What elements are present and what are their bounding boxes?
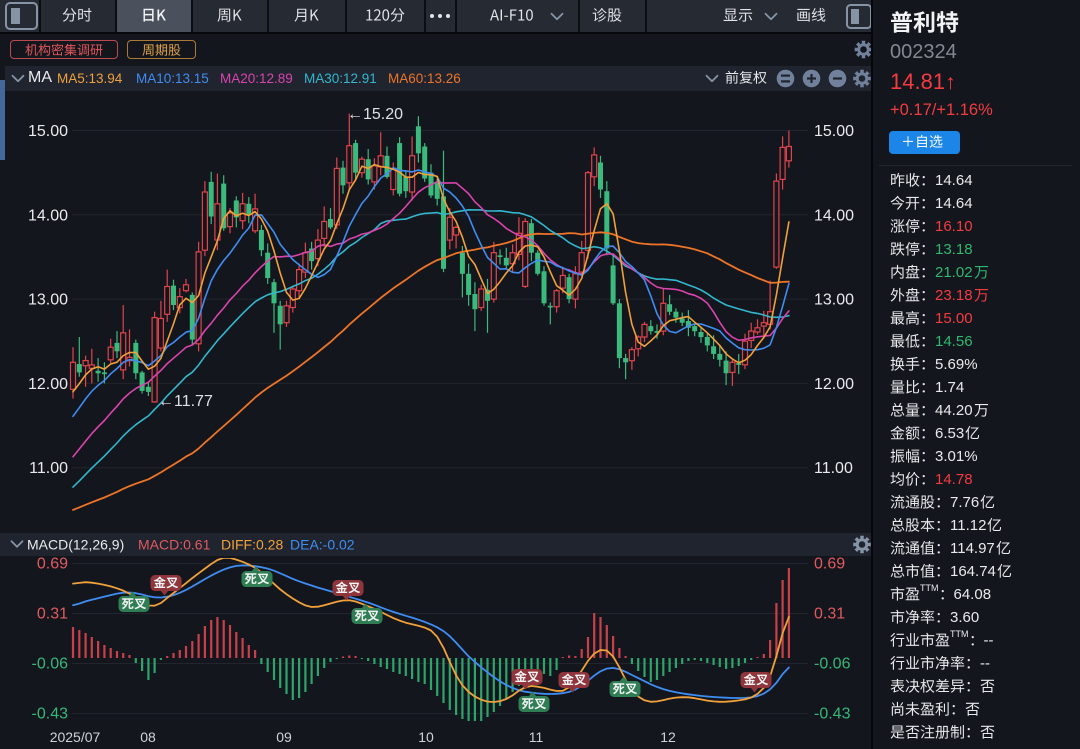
svg-text:12.00: 12.00 [814,376,854,393]
svg-text:-0.43: -0.43 [32,706,69,723]
svg-text:11.00: 11.00 [29,460,68,477]
svg-text:2025/07: 2025/07 [50,729,101,745]
svg-text:12.00: 12.00 [28,376,68,393]
svg-text:←11.77: ←11.77 [158,393,213,410]
svg-text:11.00: 11.00 [814,460,853,477]
svg-text:15.00: 15.00 [814,123,854,140]
svg-text:0.69: 0.69 [37,556,68,573]
svg-text:←15.20: ←15.20 [347,106,403,123]
svg-text:14.00: 14.00 [814,207,854,224]
svg-text:DEA:-0.02: DEA:-0.02 [290,537,355,553]
svg-text:MACD:0.61: MACD:0.61 [138,537,211,553]
svg-text:09: 09 [276,729,292,745]
svg-text:DIFF:0.28: DIFF:0.28 [221,537,283,553]
svg-text:-0.43: -0.43 [814,706,851,723]
svg-text:MACD(12,26,9): MACD(12,26,9) [27,537,124,553]
svg-text:15.00: 15.00 [28,123,68,140]
svg-text:-0.06: -0.06 [814,656,851,673]
svg-text:14.00: 14.00 [28,207,68,224]
svg-text:0.31: 0.31 [814,606,845,623]
svg-text:0.69: 0.69 [814,556,845,573]
svg-text:0.31: 0.31 [37,606,68,623]
svg-text:10: 10 [418,729,434,745]
svg-text:13.00: 13.00 [814,292,854,309]
svg-text:12: 12 [660,729,676,745]
svg-text:08: 08 [140,729,156,745]
svg-text:-0.06: -0.06 [32,656,69,673]
svg-text:11: 11 [529,729,544,745]
svg-text:13.00: 13.00 [28,292,68,309]
